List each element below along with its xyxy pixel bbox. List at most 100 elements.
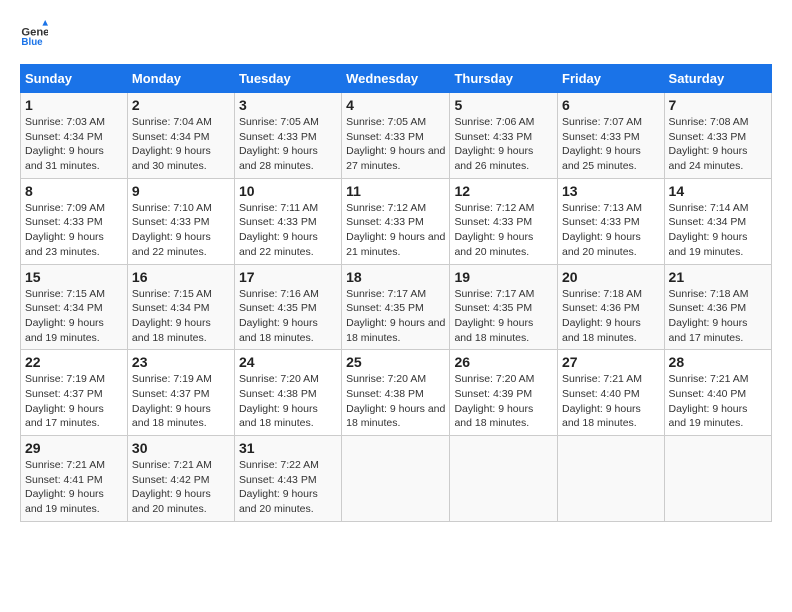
day-number: 2 (132, 97, 230, 113)
day-info: Sunrise: 7:04 AMSunset: 4:34 PMDaylight:… (132, 116, 212, 172)
day-info: Sunrise: 7:20 AMSunset: 4:39 PMDaylight:… (454, 373, 534, 429)
day-number: 20 (562, 269, 660, 285)
day-cell: 1 Sunrise: 7:03 AMSunset: 4:34 PMDayligh… (21, 93, 128, 179)
day-cell: 25 Sunrise: 7:20 AMSunset: 4:38 PMDaylig… (342, 350, 450, 436)
logo: General Blue (20, 20, 48, 48)
week-row-2: 8 Sunrise: 7:09 AMSunset: 4:33 PMDayligh… (21, 178, 772, 264)
col-header-wednesday: Wednesday (342, 65, 450, 93)
day-info: Sunrise: 7:20 AMSunset: 4:38 PMDaylight:… (239, 373, 319, 429)
day-number: 27 (562, 354, 660, 370)
day-info: Sunrise: 7:20 AMSunset: 4:38 PMDaylight:… (346, 373, 445, 429)
header: General Blue (20, 20, 772, 48)
day-info: Sunrise: 7:08 AMSunset: 4:33 PMDaylight:… (669, 116, 749, 172)
day-number: 28 (669, 354, 767, 370)
day-number: 26 (454, 354, 553, 370)
day-number: 7 (669, 97, 767, 113)
col-header-saturday: Saturday (664, 65, 771, 93)
day-info: Sunrise: 7:07 AMSunset: 4:33 PMDaylight:… (562, 116, 642, 172)
day-cell: 23 Sunrise: 7:19 AMSunset: 4:37 PMDaylig… (127, 350, 234, 436)
day-info: Sunrise: 7:06 AMSunset: 4:33 PMDaylight:… (454, 116, 534, 172)
day-info: Sunrise: 7:21 AMSunset: 4:40 PMDaylight:… (669, 373, 749, 429)
day-cell: 2 Sunrise: 7:04 AMSunset: 4:34 PMDayligh… (127, 93, 234, 179)
day-cell: 27 Sunrise: 7:21 AMSunset: 4:40 PMDaylig… (558, 350, 665, 436)
week-row-1: 1 Sunrise: 7:03 AMSunset: 4:34 PMDayligh… (21, 93, 772, 179)
day-number: 16 (132, 269, 230, 285)
day-info: Sunrise: 7:19 AMSunset: 4:37 PMDaylight:… (25, 373, 105, 429)
week-row-5: 29 Sunrise: 7:21 AMSunset: 4:41 PMDaylig… (21, 436, 772, 522)
day-info: Sunrise: 7:21 AMSunset: 4:41 PMDaylight:… (25, 459, 105, 515)
day-number: 8 (25, 183, 123, 199)
day-info: Sunrise: 7:05 AMSunset: 4:33 PMDaylight:… (239, 116, 319, 172)
col-header-thursday: Thursday (450, 65, 558, 93)
day-number: 6 (562, 97, 660, 113)
day-cell: 10 Sunrise: 7:11 AMSunset: 4:33 PMDaylig… (234, 178, 341, 264)
calendar-table: SundayMondayTuesdayWednesdayThursdayFrid… (20, 64, 772, 522)
day-number: 22 (25, 354, 123, 370)
day-cell: 9 Sunrise: 7:10 AMSunset: 4:33 PMDayligh… (127, 178, 234, 264)
day-info: Sunrise: 7:15 AMSunset: 4:34 PMDaylight:… (132, 288, 212, 344)
day-number: 5 (454, 97, 553, 113)
logo-icon: General Blue (20, 20, 48, 48)
day-cell: 12 Sunrise: 7:12 AMSunset: 4:33 PMDaylig… (450, 178, 558, 264)
day-info: Sunrise: 7:18 AMSunset: 4:36 PMDaylight:… (669, 288, 749, 344)
day-number: 24 (239, 354, 337, 370)
day-info: Sunrise: 7:15 AMSunset: 4:34 PMDaylight:… (25, 288, 105, 344)
day-number: 17 (239, 269, 337, 285)
day-cell: 17 Sunrise: 7:16 AMSunset: 4:35 PMDaylig… (234, 264, 341, 350)
day-number: 19 (454, 269, 553, 285)
day-number: 23 (132, 354, 230, 370)
day-info: Sunrise: 7:17 AMSunset: 4:35 PMDaylight:… (454, 288, 534, 344)
day-info: Sunrise: 7:19 AMSunset: 4:37 PMDaylight:… (132, 373, 212, 429)
day-number: 21 (669, 269, 767, 285)
week-row-3: 15 Sunrise: 7:15 AMSunset: 4:34 PMDaylig… (21, 264, 772, 350)
day-cell: 11 Sunrise: 7:12 AMSunset: 4:33 PMDaylig… (342, 178, 450, 264)
day-cell: 22 Sunrise: 7:19 AMSunset: 4:37 PMDaylig… (21, 350, 128, 436)
day-info: Sunrise: 7:18 AMSunset: 4:36 PMDaylight:… (562, 288, 642, 344)
day-info: Sunrise: 7:03 AMSunset: 4:34 PMDaylight:… (25, 116, 105, 172)
day-info: Sunrise: 7:10 AMSunset: 4:33 PMDaylight:… (132, 202, 212, 258)
day-number: 18 (346, 269, 445, 285)
day-number: 25 (346, 354, 445, 370)
day-info: Sunrise: 7:17 AMSunset: 4:35 PMDaylight:… (346, 288, 445, 344)
day-cell: 18 Sunrise: 7:17 AMSunset: 4:35 PMDaylig… (342, 264, 450, 350)
day-cell: 15 Sunrise: 7:15 AMSunset: 4:34 PMDaylig… (21, 264, 128, 350)
day-cell: 30 Sunrise: 7:21 AMSunset: 4:42 PMDaylig… (127, 436, 234, 522)
col-header-sunday: Sunday (21, 65, 128, 93)
day-number: 30 (132, 440, 230, 456)
day-info: Sunrise: 7:11 AMSunset: 4:33 PMDaylight:… (239, 202, 318, 258)
day-info: Sunrise: 7:13 AMSunset: 4:33 PMDaylight:… (562, 202, 642, 258)
day-number: 4 (346, 97, 445, 113)
day-cell (664, 436, 771, 522)
day-cell: 5 Sunrise: 7:06 AMSunset: 4:33 PMDayligh… (450, 93, 558, 179)
day-cell: 24 Sunrise: 7:20 AMSunset: 4:38 PMDaylig… (234, 350, 341, 436)
day-cell: 7 Sunrise: 7:08 AMSunset: 4:33 PMDayligh… (664, 93, 771, 179)
day-info: Sunrise: 7:16 AMSunset: 4:35 PMDaylight:… (239, 288, 319, 344)
week-row-4: 22 Sunrise: 7:19 AMSunset: 4:37 PMDaylig… (21, 350, 772, 436)
col-header-monday: Monday (127, 65, 234, 93)
day-cell: 13 Sunrise: 7:13 AMSunset: 4:33 PMDaylig… (558, 178, 665, 264)
day-cell: 19 Sunrise: 7:17 AMSunset: 4:35 PMDaylig… (450, 264, 558, 350)
day-number: 31 (239, 440, 337, 456)
svg-text:Blue: Blue (21, 37, 43, 48)
day-number: 15 (25, 269, 123, 285)
day-cell: 20 Sunrise: 7:18 AMSunset: 4:36 PMDaylig… (558, 264, 665, 350)
day-cell: 16 Sunrise: 7:15 AMSunset: 4:34 PMDaylig… (127, 264, 234, 350)
day-cell: 3 Sunrise: 7:05 AMSunset: 4:33 PMDayligh… (234, 93, 341, 179)
day-cell: 26 Sunrise: 7:20 AMSunset: 4:39 PMDaylig… (450, 350, 558, 436)
day-info: Sunrise: 7:22 AMSunset: 4:43 PMDaylight:… (239, 459, 319, 515)
header-row: SundayMondayTuesdayWednesdayThursdayFrid… (21, 65, 772, 93)
day-cell: 31 Sunrise: 7:22 AMSunset: 4:43 PMDaylig… (234, 436, 341, 522)
day-number: 13 (562, 183, 660, 199)
day-number: 11 (346, 183, 445, 199)
day-cell: 14 Sunrise: 7:14 AMSunset: 4:34 PMDaylig… (664, 178, 771, 264)
day-cell (558, 436, 665, 522)
day-cell: 8 Sunrise: 7:09 AMSunset: 4:33 PMDayligh… (21, 178, 128, 264)
day-number: 9 (132, 183, 230, 199)
col-header-tuesday: Tuesday (234, 65, 341, 93)
day-info: Sunrise: 7:21 AMSunset: 4:40 PMDaylight:… (562, 373, 642, 429)
day-info: Sunrise: 7:21 AMSunset: 4:42 PMDaylight:… (132, 459, 212, 515)
day-cell: 29 Sunrise: 7:21 AMSunset: 4:41 PMDaylig… (21, 436, 128, 522)
day-number: 1 (25, 97, 123, 113)
day-info: Sunrise: 7:05 AMSunset: 4:33 PMDaylight:… (346, 116, 445, 172)
day-cell (450, 436, 558, 522)
